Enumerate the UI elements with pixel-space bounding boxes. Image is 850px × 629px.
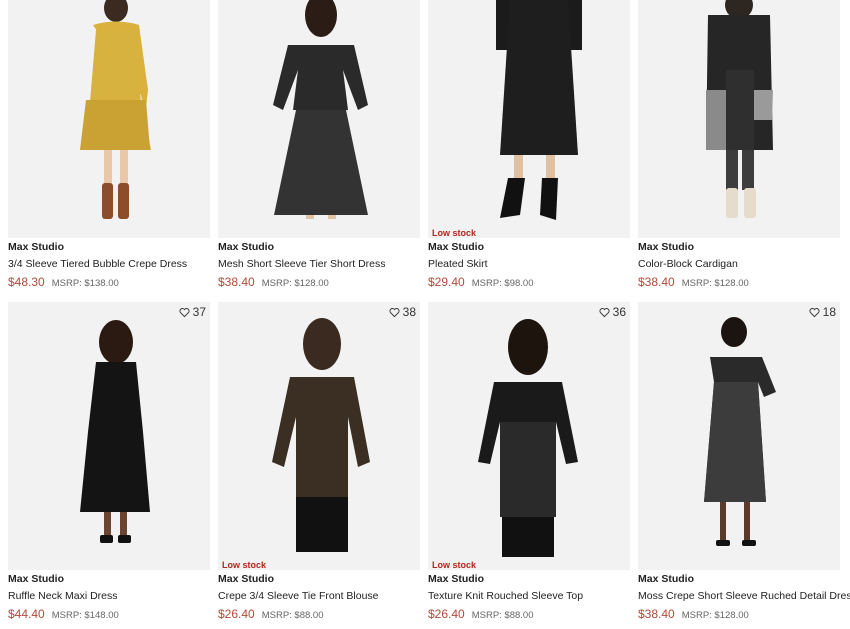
product-card[interactable]: Max Studio 3/4 Sleeve Tiered Bubble Crep… xyxy=(8,0,210,289)
product-card[interactable]: Low stock Max Studio Pleated Skirt $29.4… xyxy=(428,0,630,289)
product-brand[interactable]: Max Studio xyxy=(8,573,210,585)
product-name[interactable]: Pleated Skirt xyxy=(428,258,630,270)
product-grid: Max Studio 3/4 Sleeve Tiered Bubble Crep… xyxy=(0,0,850,629)
product-name[interactable]: 3/4 Sleeve Tiered Bubble Crepe Dress xyxy=(8,258,210,270)
product-msrp: MSRP: $98.00 xyxy=(471,278,534,289)
heart-outline-icon xyxy=(179,307,190,317)
product-card[interactable]: Max Studio Mesh Short Sleeve Tier Short … xyxy=(218,0,420,289)
product-price: $38.40 xyxy=(638,607,675,621)
product-price: $44.40 xyxy=(8,607,45,621)
heart-outline-icon xyxy=(809,307,820,317)
product-name[interactable]: Texture Knit Rouched Sleeve Top xyxy=(428,590,630,602)
model-figure xyxy=(80,320,150,543)
product-price: $38.40 xyxy=(638,275,675,289)
model-figure xyxy=(496,0,582,220)
product-msrp: MSRP: $128.00 xyxy=(681,610,749,621)
model-figure xyxy=(272,318,370,552)
product-image[interactable] xyxy=(638,0,840,238)
product-image[interactable]: Low stock xyxy=(428,0,630,238)
product-image[interactable]: 36 Low stock xyxy=(428,302,630,570)
product-brand[interactable]: Max Studio xyxy=(428,241,630,253)
product-image[interactable] xyxy=(218,0,420,238)
favorite-count: 37 xyxy=(192,305,206,319)
product-image[interactable]: 18 xyxy=(638,302,840,570)
product-brand[interactable]: Max Studio xyxy=(218,573,420,585)
low-stock-badge: Low stock xyxy=(222,560,267,570)
product-brand[interactable]: Max Studio xyxy=(8,241,210,253)
product-brand[interactable]: Max Studio xyxy=(428,573,630,585)
product-price: $48.30 xyxy=(8,275,45,289)
product-msrp: MSRP: $88.00 xyxy=(471,610,534,621)
product-card[interactable]: 38 Low stock Max Studio Crepe 3/4 Sleeve… xyxy=(218,302,420,621)
model-figure xyxy=(273,0,368,219)
product-image[interactable]: 38 Low stock xyxy=(218,302,420,570)
product-card[interactable]: Max Studio Color-Block Cardigan $38.40 M… xyxy=(638,0,840,289)
product-name[interactable]: Color-Block Cardigan xyxy=(638,258,840,270)
model-figure xyxy=(706,0,773,218)
product-brand[interactable]: Max Studio xyxy=(218,241,420,253)
product-price: $26.40 xyxy=(428,607,465,621)
model-figure xyxy=(704,317,776,546)
product-brand[interactable]: Max Studio xyxy=(638,241,840,253)
product-card[interactable]: 37 Max Studio Ruffle Neck Maxi Dress $44… xyxy=(8,302,210,621)
favorite-count: 38 xyxy=(402,305,416,319)
low-stock-badge: Low stock xyxy=(432,228,477,238)
heart-outline-icon xyxy=(599,307,610,317)
product-card[interactable]: 18 Max Studio Moss Crepe Short Sleeve Ru… xyxy=(638,302,850,621)
heart-outline-icon xyxy=(389,307,400,317)
product-price: $29.40 xyxy=(428,275,465,289)
product-card[interactable]: 36 Low stock Max Studio Texture Knit Rou… xyxy=(428,302,630,621)
product-brand[interactable]: Max Studio xyxy=(638,573,840,585)
product-price: $38.40 xyxy=(218,275,255,289)
model-figure xyxy=(478,319,578,557)
product-name[interactable]: Crepe 3/4 Sleeve Tie Front Blouse xyxy=(218,590,420,602)
product-msrp: MSRP: $128.00 xyxy=(681,278,749,289)
product-msrp: MSRP: $148.00 xyxy=(51,610,119,621)
favorite-button[interactable]: 18 xyxy=(809,305,836,319)
favorite-button[interactable]: 37 xyxy=(179,305,206,319)
product-price: $26.40 xyxy=(218,607,255,621)
low-stock-badge: Low stock xyxy=(432,560,477,570)
product-msrp: MSRP: $88.00 xyxy=(261,610,324,621)
product-name[interactable]: Moss Crepe Short Sleeve Ruched Detail Dr… xyxy=(638,590,850,602)
product-image[interactable] xyxy=(8,0,210,238)
model-figure xyxy=(80,0,151,219)
product-name[interactable]: Mesh Short Sleeve Tier Short Dress xyxy=(218,258,420,270)
favorite-count: 18 xyxy=(822,305,836,319)
favorite-button[interactable]: 36 xyxy=(599,305,626,319)
favorite-button[interactable]: 38 xyxy=(389,305,416,319)
product-name[interactable]: Ruffle Neck Maxi Dress xyxy=(8,590,210,602)
product-msrp: MSRP: $128.00 xyxy=(261,278,329,289)
product-msrp: MSRP: $138.00 xyxy=(51,278,119,289)
favorite-count: 36 xyxy=(612,305,626,319)
product-image[interactable]: 37 xyxy=(8,302,210,570)
